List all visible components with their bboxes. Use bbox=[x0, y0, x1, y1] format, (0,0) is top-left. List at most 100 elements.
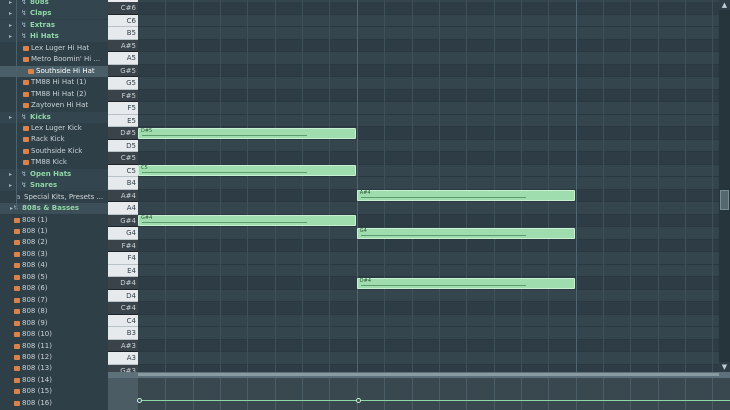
expand-arrow-icon[interactable]: ▸ bbox=[9, 20, 16, 29]
piano-key[interactable]: B5 bbox=[108, 27, 138, 40]
piano-key[interactable]: D#4 bbox=[108, 277, 138, 290]
piano-key[interactable]: G#3 bbox=[108, 364, 138, 372]
piano-key[interactable]: E4 bbox=[108, 264, 138, 277]
piano-key[interactable]: G#4 bbox=[108, 214, 138, 227]
event-beat-line bbox=[192, 378, 194, 410]
browser-file-item[interactable]: 808 (8) bbox=[0, 306, 108, 317]
piano-key[interactable]: C#5 bbox=[108, 152, 138, 165]
browser-file-item[interactable]: 808 (4) bbox=[0, 260, 108, 271]
browser-file-item[interactable]: 808 (2) bbox=[0, 237, 108, 248]
scroll-up-arrow-icon[interactable]: ▲ bbox=[719, 0, 730, 10]
audio-file-icon bbox=[23, 125, 29, 131]
grid-row-line bbox=[138, 138, 719, 140]
browser-file-item[interactable]: 808 (12) bbox=[0, 352, 108, 363]
piano-key[interactable]: G#5 bbox=[108, 64, 138, 77]
expand-arrow-icon[interactable]: ▸ bbox=[9, 180, 16, 189]
piano-key[interactable]: G4 bbox=[108, 227, 138, 240]
audio-file-icon bbox=[23, 160, 29, 166]
grid-beat-line bbox=[356, 0, 358, 372]
grid-beat-line bbox=[411, 0, 413, 372]
velocity-handle[interactable] bbox=[137, 398, 142, 403]
piano-roll-grid[interactable]: D#5 C5 G#4 A#4 G4 D#4 bbox=[138, 0, 719, 372]
piano-key[interactable]: A#5 bbox=[108, 39, 138, 52]
grid-row-line bbox=[138, 288, 719, 290]
browser-panel: ↯ ▸ 808s ↯ ▸ Claps ↯ ▸ Extras ↯ ▸ Hi Hats Lex Luger … bbox=[0, 0, 109, 410]
browser-file-item[interactable]: 808 (13) bbox=[0, 363, 108, 374]
browser-file-item[interactable]: 808 (14) bbox=[0, 375, 108, 386]
browser-file-item[interactable]: 808 (6) bbox=[0, 283, 108, 294]
scroll-down-arrow-icon[interactable]: ▼ bbox=[719, 362, 730, 372]
midi-note[interactable]: D#5 bbox=[138, 127, 356, 139]
piano-key[interactable]: A#4 bbox=[108, 189, 138, 202]
midi-note[interactable]: C5 bbox=[138, 165, 356, 176]
piano-key[interactable]: C4 bbox=[108, 314, 138, 327]
grid-row-line bbox=[138, 263, 719, 265]
event-beat-line bbox=[411, 378, 413, 410]
piano-key[interactable]: A3 bbox=[108, 352, 138, 365]
browser-file-item[interactable]: 808 (3) bbox=[0, 249, 108, 260]
piano-key[interactable]: D#5 bbox=[108, 127, 138, 140]
expand-arrow-icon[interactable]: ▸ bbox=[9, 112, 16, 121]
midi-note[interactable]: A#4 bbox=[356, 190, 575, 201]
expand-arrow-icon[interactable]: ▸ bbox=[9, 0, 16, 6]
piano-key[interactable]: E5 bbox=[108, 114, 138, 127]
browser-item-label: 808 (2) bbox=[22, 238, 48, 247]
vertical-scrollbar[interactable]: ▲ ▼ bbox=[719, 0, 730, 372]
piano-key[interactable]: F5 bbox=[108, 102, 138, 115]
expand-arrow-icon[interactable]: ▸ bbox=[9, 31, 16, 40]
splitter-grip[interactable] bbox=[138, 373, 719, 376]
piano-key[interactable]: C#4 bbox=[108, 302, 138, 315]
scrollbar-thumb[interactable] bbox=[720, 190, 729, 210]
piano-key[interactable]: F#5 bbox=[108, 89, 138, 102]
midi-note[interactable]: G4 bbox=[356, 227, 575, 239]
event-beat-line bbox=[165, 378, 167, 410]
folder-icon: ↯ bbox=[21, 9, 27, 18]
piano-key[interactable]: G5 bbox=[108, 77, 138, 90]
grid-beat-line bbox=[165, 0, 167, 372]
browser-file-item[interactable]: 808 (5) bbox=[0, 272, 108, 283]
piano-key[interactable]: F#4 bbox=[108, 239, 138, 252]
piano-key[interactable]: A4 bbox=[108, 202, 138, 215]
piano-key[interactable]: D4 bbox=[108, 289, 138, 302]
browser-item-label: TM88 Kick bbox=[31, 158, 67, 167]
audio-file-icon bbox=[14, 274, 20, 280]
piano-key[interactable]: F4 bbox=[108, 252, 138, 265]
piano-key[interactable]: C5 bbox=[108, 164, 138, 177]
browser-file-item[interactable]: 808 (16) bbox=[0, 398, 108, 409]
browser-file-item[interactable]: 808 (11) bbox=[0, 341, 108, 352]
piano-key[interactable]: D5 bbox=[108, 139, 138, 152]
browser-file-item[interactable]: 808 (15) bbox=[0, 386, 108, 397]
browser-item-label: 808 (3) bbox=[22, 249, 48, 258]
piano-key[interactable]: C6 bbox=[108, 14, 138, 27]
browser-file-item[interactable]: 808 (9) bbox=[0, 318, 108, 329]
browser-file-item[interactable]: 808 (7) bbox=[0, 295, 108, 306]
tree-connector-line bbox=[16, 0, 17, 210]
piano-key[interactable]: C#6 bbox=[108, 2, 138, 15]
event-editor-header bbox=[108, 378, 138, 410]
piano-key[interactable]: A5 bbox=[108, 52, 138, 65]
note-label: C5 bbox=[141, 165, 148, 171]
piano-key[interactable]: B3 bbox=[108, 327, 138, 340]
browser-file-item[interactable]: 808 (1) bbox=[0, 226, 108, 237]
midi-note[interactable]: G#4 bbox=[138, 215, 356, 226]
event-beat-line bbox=[356, 378, 358, 410]
event-beat-line bbox=[302, 378, 304, 410]
piano-keyboard[interactable]: C#6 C6 B5 A#5 A5 G#5 G5 F#5 F5 E5 D#5 D5 C#5 C5 B4 A#4 A… bbox=[108, 0, 138, 372]
grid-beat-line bbox=[220, 0, 222, 372]
folder-icon: ↯ bbox=[21, 169, 27, 178]
audio-file-icon bbox=[14, 389, 20, 395]
expand-arrow-icon[interactable]: ▸ bbox=[9, 8, 16, 17]
midi-note[interactable]: D#4 bbox=[356, 277, 575, 289]
event-beat-line bbox=[220, 378, 222, 410]
velocity-handle[interactable] bbox=[355, 398, 361, 403]
event-beat-line bbox=[274, 378, 276, 410]
piano-key[interactable]: A#3 bbox=[108, 339, 138, 352]
velocity-lane[interactable] bbox=[137, 378, 730, 410]
browser-item-label: Kicks bbox=[30, 112, 51, 121]
audio-file-icon bbox=[14, 217, 20, 223]
event-beat-line bbox=[493, 378, 495, 410]
browser-file-item[interactable]: 808 (1) bbox=[0, 215, 108, 226]
piano-key[interactable]: B4 bbox=[108, 177, 138, 190]
browser-file-item[interactable]: 808 (10) bbox=[0, 329, 108, 340]
expand-arrow-icon[interactable]: ▸ bbox=[9, 169, 16, 178]
